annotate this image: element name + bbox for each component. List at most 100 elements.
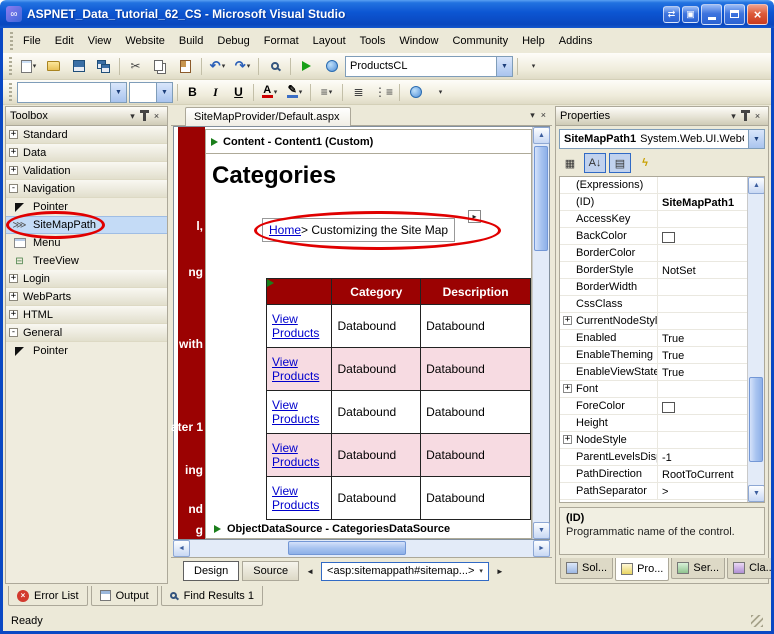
property-grid[interactable]: (Expressions) (ID)SiteMapPath1 AccessKey… bbox=[559, 176, 765, 503]
properties-view-icon[interactable]: ▤ bbox=[609, 153, 631, 173]
expand-icon[interactable]: + bbox=[9, 166, 18, 175]
window-menu-icon[interactable]: ▾ bbox=[727, 110, 740, 123]
scroll-down-icon[interactable]: ▼ bbox=[533, 522, 550, 539]
scrollbar-thumb[interactable] bbox=[749, 377, 763, 462]
toolbox-section-validation[interactable]: +Validation bbox=[6, 162, 167, 180]
categories-gridview[interactable]: Category Description View Products Datab… bbox=[266, 278, 531, 520]
toolbox-section-standard[interactable]: +Standard bbox=[6, 126, 167, 144]
view-products-link[interactable]: View Products bbox=[272, 484, 319, 512]
object-selector-combo[interactable]: SiteMapPath1 System.Web.UI.WebC ▼ bbox=[559, 129, 765, 149]
toolbox-section-login[interactable]: +Login bbox=[6, 270, 167, 288]
property-row[interactable]: BorderColor bbox=[560, 245, 764, 262]
font-size-combo[interactable]: ▼ bbox=[129, 82, 173, 103]
toolbox-header[interactable]: Toolbox ▾ × bbox=[6, 107, 167, 126]
toolbox-item-treeview[interactable]: ⊟TreeView bbox=[6, 252, 167, 270]
toolbox-section-navigation[interactable]: -Navigation bbox=[6, 180, 167, 198]
redo-button[interactable]: ↷▾ bbox=[231, 55, 254, 77]
menu-view[interactable]: View bbox=[81, 31, 119, 51]
bold-button[interactable]: B bbox=[182, 82, 203, 103]
font-color-button[interactable]: A▾ bbox=[258, 81, 281, 103]
highlight-color-button[interactable]: ✎▾ bbox=[283, 81, 306, 103]
find-button[interactable] bbox=[263, 55, 286, 77]
vertical-scrollbar[interactable]: ▲ ▼ bbox=[747, 177, 764, 502]
menu-window[interactable]: Window bbox=[392, 31, 445, 51]
toolbox-section-webparts[interactable]: +WebParts bbox=[6, 288, 167, 306]
alphabetical-sort-icon[interactable]: A↓ bbox=[584, 153, 606, 173]
close-icon[interactable]: × bbox=[751, 110, 764, 123]
expand-icon[interactable]: + bbox=[563, 384, 572, 393]
toolbar-options-button[interactable]: ▾ bbox=[522, 55, 545, 77]
scroll-up-icon[interactable]: ▲ bbox=[533, 127, 550, 144]
toolbar-grip[interactable] bbox=[10, 32, 13, 50]
property-row[interactable]: BorderStyleNotSet bbox=[560, 262, 764, 279]
close-icon[interactable]: × bbox=[150, 110, 163, 123]
property-row[interactable]: BackColor bbox=[560, 228, 764, 245]
design-view-button[interactable]: Design bbox=[183, 561, 239, 581]
menu-tools[interactable]: Tools bbox=[353, 31, 393, 51]
chevron-down-icon[interactable]: ▼ bbox=[110, 83, 126, 102]
expand-icon[interactable]: + bbox=[9, 274, 18, 283]
objectdatasource-control[interactable]: ObjectDataSource - CategoriesDataSource bbox=[214, 523, 531, 535]
expand-icon[interactable]: + bbox=[563, 316, 572, 325]
scroll-down-icon[interactable]: ▼ bbox=[748, 485, 765, 502]
content-placeholder-header[interactable]: Content - Content1 (Custom) bbox=[206, 130, 531, 154]
start-debug-button[interactable] bbox=[295, 55, 318, 77]
property-row[interactable]: EnableThemingTrue bbox=[560, 347, 764, 364]
horizontal-scrollbar[interactable]: ◄ ► bbox=[173, 540, 550, 557]
menu-edit[interactable]: Edit bbox=[48, 31, 81, 51]
tab-solution-explorer[interactable]: Sol... bbox=[560, 558, 613, 579]
toolbox-item-menu[interactable]: Menu bbox=[6, 234, 167, 252]
view-products-link[interactable]: View Products bbox=[272, 312, 319, 340]
property-row[interactable]: +NodeStyle bbox=[560, 432, 764, 449]
scrollbar-thumb[interactable] bbox=[534, 146, 548, 251]
pin-icon[interactable] bbox=[143, 113, 146, 121]
scroll-left-icon[interactable]: ◄ bbox=[173, 540, 190, 557]
menu-community[interactable]: Community bbox=[445, 31, 515, 51]
copy-button[interactable] bbox=[149, 55, 172, 77]
expand-icon[interactable]: + bbox=[9, 130, 18, 139]
collapse-icon[interactable]: - bbox=[9, 184, 18, 193]
tab-output[interactable]: Output bbox=[91, 586, 158, 606]
property-row[interactable]: CssClass bbox=[560, 296, 764, 313]
toolbox-section-general[interactable]: -General bbox=[6, 324, 167, 342]
scroll-up-icon[interactable]: ▲ bbox=[748, 177, 765, 194]
undo-button[interactable]: ↶▾ bbox=[206, 55, 229, 77]
window-menu-icon[interactable]: ▾ bbox=[126, 110, 139, 123]
menu-file[interactable]: File bbox=[16, 31, 48, 51]
breadcrumb-home-link[interactable]: Home bbox=[269, 223, 301, 237]
view-products-link[interactable]: View Products bbox=[272, 398, 319, 426]
save-button[interactable] bbox=[67, 55, 90, 77]
expand-icon[interactable]: + bbox=[9, 310, 18, 319]
menu-debug[interactable]: Debug bbox=[210, 31, 256, 51]
tag-nav-right-icon[interactable]: ► bbox=[492, 567, 508, 576]
categorized-icon[interactable]: ▦ bbox=[559, 153, 581, 173]
open-file-button[interactable] bbox=[42, 55, 65, 77]
events-icon[interactable]: ϟ bbox=[634, 153, 656, 173]
property-row[interactable]: BorderWidth bbox=[560, 279, 764, 296]
toolbox-item-pointer[interactable]: Pointer bbox=[6, 198, 167, 216]
toolbar-grip[interactable] bbox=[9, 57, 12, 75]
menu-help[interactable]: Help bbox=[515, 31, 552, 51]
property-row[interactable]: (Expressions) bbox=[560, 177, 764, 194]
new-file-button[interactable]: ▾ bbox=[17, 55, 40, 77]
tab-server-explorer[interactable]: Ser... bbox=[671, 558, 725, 579]
property-row[interactable]: (ID)SiteMapPath1 bbox=[560, 194, 764, 211]
property-row[interactable]: ForeColor bbox=[560, 398, 764, 415]
underline-button[interactable]: U bbox=[228, 82, 249, 103]
expand-icon[interactable]: + bbox=[9, 148, 18, 157]
tab-error-list[interactable]: ×Error List bbox=[8, 586, 88, 606]
toolbox-section-html[interactable]: +HTML bbox=[6, 306, 167, 324]
chevron-down-icon[interactable]: ▼ bbox=[748, 130, 764, 148]
properties-header[interactable]: Properties ▾ × bbox=[556, 107, 768, 126]
tab-class-view[interactable]: Cla... bbox=[727, 558, 774, 579]
tag-navigator[interactable]: <asp:sitemappath#sitemap...> ▾ bbox=[321, 562, 489, 581]
property-row[interactable]: Height bbox=[560, 415, 764, 432]
save-all-button[interactable] bbox=[92, 55, 115, 77]
font-name-combo[interactable]: ▼ bbox=[17, 82, 127, 103]
vertical-scrollbar[interactable]: ▲ ▼ bbox=[532, 127, 549, 539]
property-row[interactable]: PathDirectionRootToCurrent bbox=[560, 466, 764, 483]
view-products-link[interactable]: View Products bbox=[272, 441, 319, 469]
pin-icon[interactable] bbox=[744, 113, 747, 121]
italic-button[interactable]: I bbox=[205, 82, 226, 103]
toolbar-grip[interactable] bbox=[9, 83, 12, 101]
